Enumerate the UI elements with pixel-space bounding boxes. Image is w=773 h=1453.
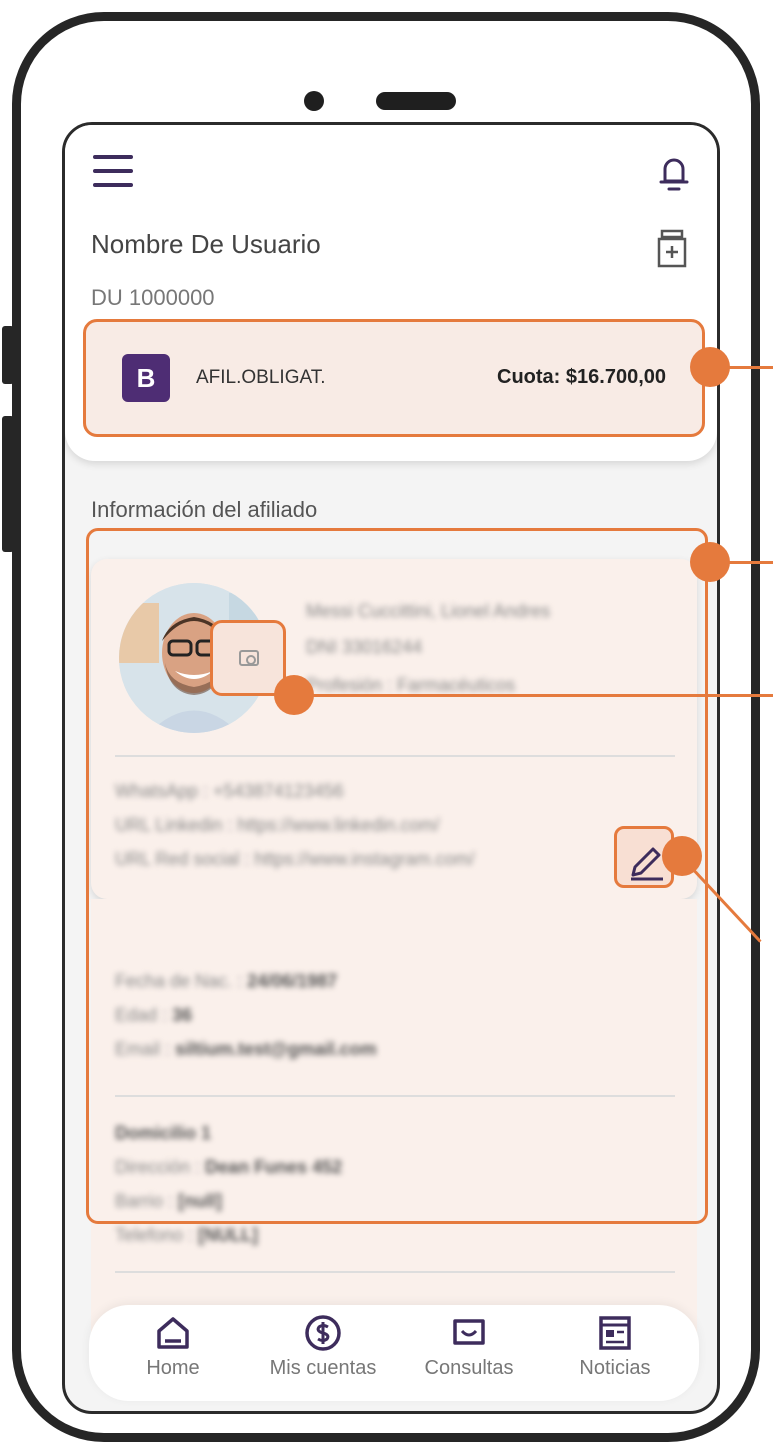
du-number: DU 1000000 [91,285,215,310]
annotation-line [708,561,773,564]
bottom-nav: Home Mis cuentas Consultas Noticias [89,1305,699,1401]
nav-accounts-label: Mis cuentas [269,1357,377,1379]
medicine-icon[interactable] [655,229,689,269]
annotation-line [292,694,773,697]
contact-social: URL Red social : https://www.instagram.c… [115,849,475,869]
speaker-grille [376,92,456,110]
divider [115,1271,675,1273]
app-screen: Nombre De Usuario DU 1000000 B AFIL.OBLI… [62,122,720,1414]
personal-details: Fecha de Nac. : 24/06/1987 Edad : 36 Ema… [91,899,697,1339]
section-title: Información del afiliado [91,497,318,522]
annotation-line [708,366,773,369]
contact-linkedin: URL Linkedin : https://www.linkedin.com/ [115,815,440,835]
profile-dni: DNI 33016244 [306,637,423,657]
change-photo-button[interactable] [210,620,286,696]
nav-queries-label: Consultas [424,1357,514,1379]
profile-profession: Profesión : Farmacéuticos [306,675,516,695]
divider [115,1095,675,1097]
nav-accounts[interactable]: Mis cuentas [253,1313,393,1380]
address-street: Dirección : Dean Funes 452 [115,1157,343,1177]
chat-icon [453,1319,485,1345]
plan-type: AFIL.OBLIGAT. [196,367,326,388]
contact-whatsapp: WhatsApp : +543874123456 [115,781,344,801]
dollar-icon [305,1315,341,1351]
address-phone: Telefono : [NULL] [115,1225,259,1245]
menu-icon[interactable] [93,155,133,189]
profile-name: Messi Cuccittini, Lionel Andres [306,601,551,621]
divider [115,755,675,757]
nav-home[interactable]: Home [103,1313,243,1380]
nav-home-label: Home [146,1357,200,1379]
camera-icon [239,650,259,666]
nav-news[interactable]: Noticias [545,1313,685,1380]
plan-badge: B [122,354,170,402]
affiliate-info-card: Messi Cuccittini, Lionel Andres DNI 3301… [91,559,697,899]
bell-icon[interactable] [655,151,693,195]
camera-dot [304,91,324,111]
news-icon [599,1316,631,1350]
nav-queries[interactable]: Consultas [399,1313,539,1380]
address-district: Barrio : [null] [115,1191,223,1211]
nav-news-label: Noticias [579,1357,651,1379]
header-card: Nombre De Usuario DU 1000000 B AFIL.OBLI… [65,125,717,461]
plan-fee: Cuota: $16.700,00 [497,366,666,388]
home-icon [157,1317,189,1349]
email: Email : siltium.test@gmail.com [115,1039,377,1059]
age: Edad : 36 [115,1005,193,1025]
plan-box: B AFIL.OBLIGAT. Cuota: $16.700,00 [83,319,705,437]
birth-date: Fecha de Nac. : 24/06/1987 [115,971,338,991]
address-title: Domicilio 1 [115,1123,212,1143]
user-name: Nombre De Usuario [91,229,321,259]
